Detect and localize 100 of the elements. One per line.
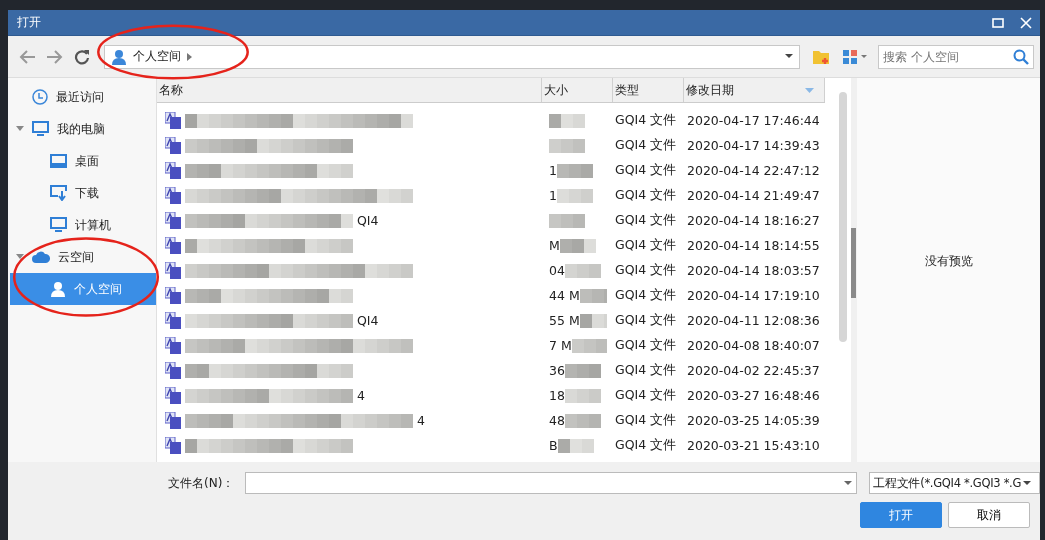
table-cell: 4 bbox=[357, 388, 365, 403]
table-cell: 04 bbox=[549, 263, 565, 278]
table-cell: 2020-03-21 15:43:10 bbox=[687, 438, 820, 453]
table-cell: 2020-04-17 14:39:43 bbox=[687, 138, 820, 153]
search-icon[interactable] bbox=[1013, 48, 1029, 65]
blurred-text-drawing bbox=[564, 388, 601, 403]
table-cell: M bbox=[549, 238, 560, 253]
sidebar-item[interactable]: 计算机 bbox=[8, 209, 156, 241]
sidebar-item[interactable]: 最近访问 bbox=[8, 81, 156, 113]
table-cell: 44 M bbox=[549, 288, 580, 303]
blurred-text-drawing bbox=[579, 313, 607, 328]
table-cell: GQI4 文件 bbox=[615, 212, 677, 229]
table-cell: QI4 bbox=[357, 213, 379, 228]
path-segment[interactable]: 个人空间 bbox=[133, 48, 181, 65]
sidebar-item[interactable]: 下载 bbox=[8, 177, 156, 209]
table-cell: 2020-04-17 17:46:44 bbox=[687, 113, 820, 128]
table-cell: 2020-04-14 18:03:57 bbox=[687, 263, 820, 278]
filename-label: 文件名(N)： bbox=[168, 474, 236, 492]
blurred-text-drawing bbox=[579, 288, 607, 303]
view-grid-icon[interactable] bbox=[842, 48, 868, 65]
clock-icon bbox=[32, 89, 48, 105]
expand-arrow-icon[interactable] bbox=[16, 254, 24, 260]
table-cell: B bbox=[549, 438, 558, 453]
table-cell: GQI4 文件 bbox=[615, 187, 677, 204]
refresh-icon[interactable] bbox=[74, 48, 90, 65]
column-header[interactable]: 修改日期 bbox=[684, 78, 825, 102]
table-cell: 2020-04-02 22:45:37 bbox=[687, 363, 820, 378]
open-button[interactable]: 打开 bbox=[860, 502, 942, 528]
scrollbar-thumb[interactable] bbox=[839, 92, 847, 342]
table-cell: 2020-03-27 16:48:46 bbox=[687, 388, 820, 403]
download-icon bbox=[50, 185, 67, 201]
table-cell: 7 M bbox=[549, 338, 572, 353]
table-cell: 2020-04-14 22:47:12 bbox=[687, 163, 820, 178]
table-cell: 2020-04-08 18:40:07 bbox=[687, 338, 820, 353]
table-cell: GQI4 文件 bbox=[615, 312, 677, 329]
file-icon bbox=[165, 362, 181, 379]
cancel-button[interactable]: 取消 bbox=[948, 502, 1030, 528]
chevron-icon[interactable] bbox=[187, 52, 193, 61]
column-header[interactable]: 类型 bbox=[613, 78, 684, 102]
blurred-text-drawing bbox=[559, 238, 596, 253]
user-icon bbox=[50, 281, 66, 297]
column-header[interactable]: 名称 bbox=[157, 78, 542, 102]
monitor-icon bbox=[32, 121, 49, 137]
table-cell: GQI4 文件 bbox=[615, 362, 677, 379]
table-cell: 18 bbox=[549, 388, 565, 403]
file-icon bbox=[165, 212, 181, 229]
window-title: 打开 bbox=[17, 14, 41, 31]
blurred-text-drawing bbox=[571, 338, 607, 353]
blurred-text-drawing bbox=[549, 113, 585, 128]
table-cell: GQI4 文件 bbox=[615, 387, 677, 404]
table-cell: 2020-04-14 18:16:27 bbox=[687, 213, 820, 228]
sidebar-item[interactable]: 桌面 bbox=[8, 145, 156, 177]
dropdown-icon[interactable] bbox=[785, 54, 793, 59]
table-cell: 48 bbox=[549, 413, 565, 428]
blurred-text-drawing bbox=[564, 413, 601, 428]
blurred-text-drawing bbox=[556, 163, 593, 178]
file-icon bbox=[165, 137, 181, 154]
table-cell: GQI4 文件 bbox=[615, 412, 677, 429]
table-cell: GQI4 文件 bbox=[615, 137, 677, 154]
file-icon bbox=[165, 437, 181, 454]
file-icon bbox=[165, 287, 181, 304]
file-icon bbox=[165, 162, 181, 179]
table-cell: GQI4 文件 bbox=[615, 237, 677, 254]
forward-icon[interactable] bbox=[46, 48, 64, 65]
sidebar-item[interactable]: 云空间 bbox=[8, 241, 156, 273]
column-header[interactable]: 大小 bbox=[542, 78, 613, 102]
table-cell: 55 M bbox=[549, 313, 580, 328]
table-cell: 4 bbox=[417, 413, 425, 428]
file-icon bbox=[165, 237, 181, 254]
sort-arrow-icon[interactable] bbox=[805, 88, 814, 93]
table-cell: 1 bbox=[549, 188, 557, 203]
table-cell: 2020-04-14 21:49:47 bbox=[687, 188, 820, 203]
dropdown-icon[interactable] bbox=[844, 481, 853, 486]
filename-field[interactable] bbox=[245, 472, 858, 494]
blurred-text-drawing bbox=[549, 213, 585, 228]
table-cell: GQI4 文件 bbox=[615, 437, 677, 454]
blurred-text-drawing bbox=[549, 138, 585, 153]
table-cell: QI4 bbox=[357, 313, 379, 328]
blurred-text-drawing bbox=[564, 363, 601, 378]
address-bar[interactable]: 个人空间 bbox=[104, 44, 800, 69]
table-cell: 1 bbox=[549, 163, 557, 178]
caret-icon bbox=[1023, 480, 1032, 486]
sidebar-item[interactable]: 我的电脑 bbox=[8, 113, 156, 145]
table-cell: 2020-03-25 14:05:39 bbox=[687, 413, 820, 428]
file-icon bbox=[165, 387, 181, 404]
maximize-icon bbox=[992, 17, 1004, 28]
monitor-icon bbox=[50, 217, 67, 233]
file-icon bbox=[165, 262, 181, 279]
expand-arrow-icon[interactable] bbox=[16, 126, 24, 132]
file-type-dropdown[interactable]: 工程文件(*.GQI4 *.GQI3 *.G bbox=[869, 472, 1040, 494]
table-cell: 2020-04-14 18:14:55 bbox=[687, 238, 820, 253]
close-icon bbox=[1020, 16, 1032, 29]
file-icon bbox=[165, 112, 181, 129]
new-folder-icon[interactable] bbox=[812, 48, 830, 65]
table-cell: GQI4 文件 bbox=[615, 287, 677, 304]
table-cell: 2020-04-14 17:19:10 bbox=[687, 288, 820, 303]
back-icon[interactable] bbox=[18, 48, 36, 65]
preview-message: 没有预览 bbox=[924, 253, 973, 267]
table-cell: GQI4 文件 bbox=[615, 112, 677, 129]
search-field[interactable]: 搜索 个人空间 bbox=[878, 44, 1034, 69]
